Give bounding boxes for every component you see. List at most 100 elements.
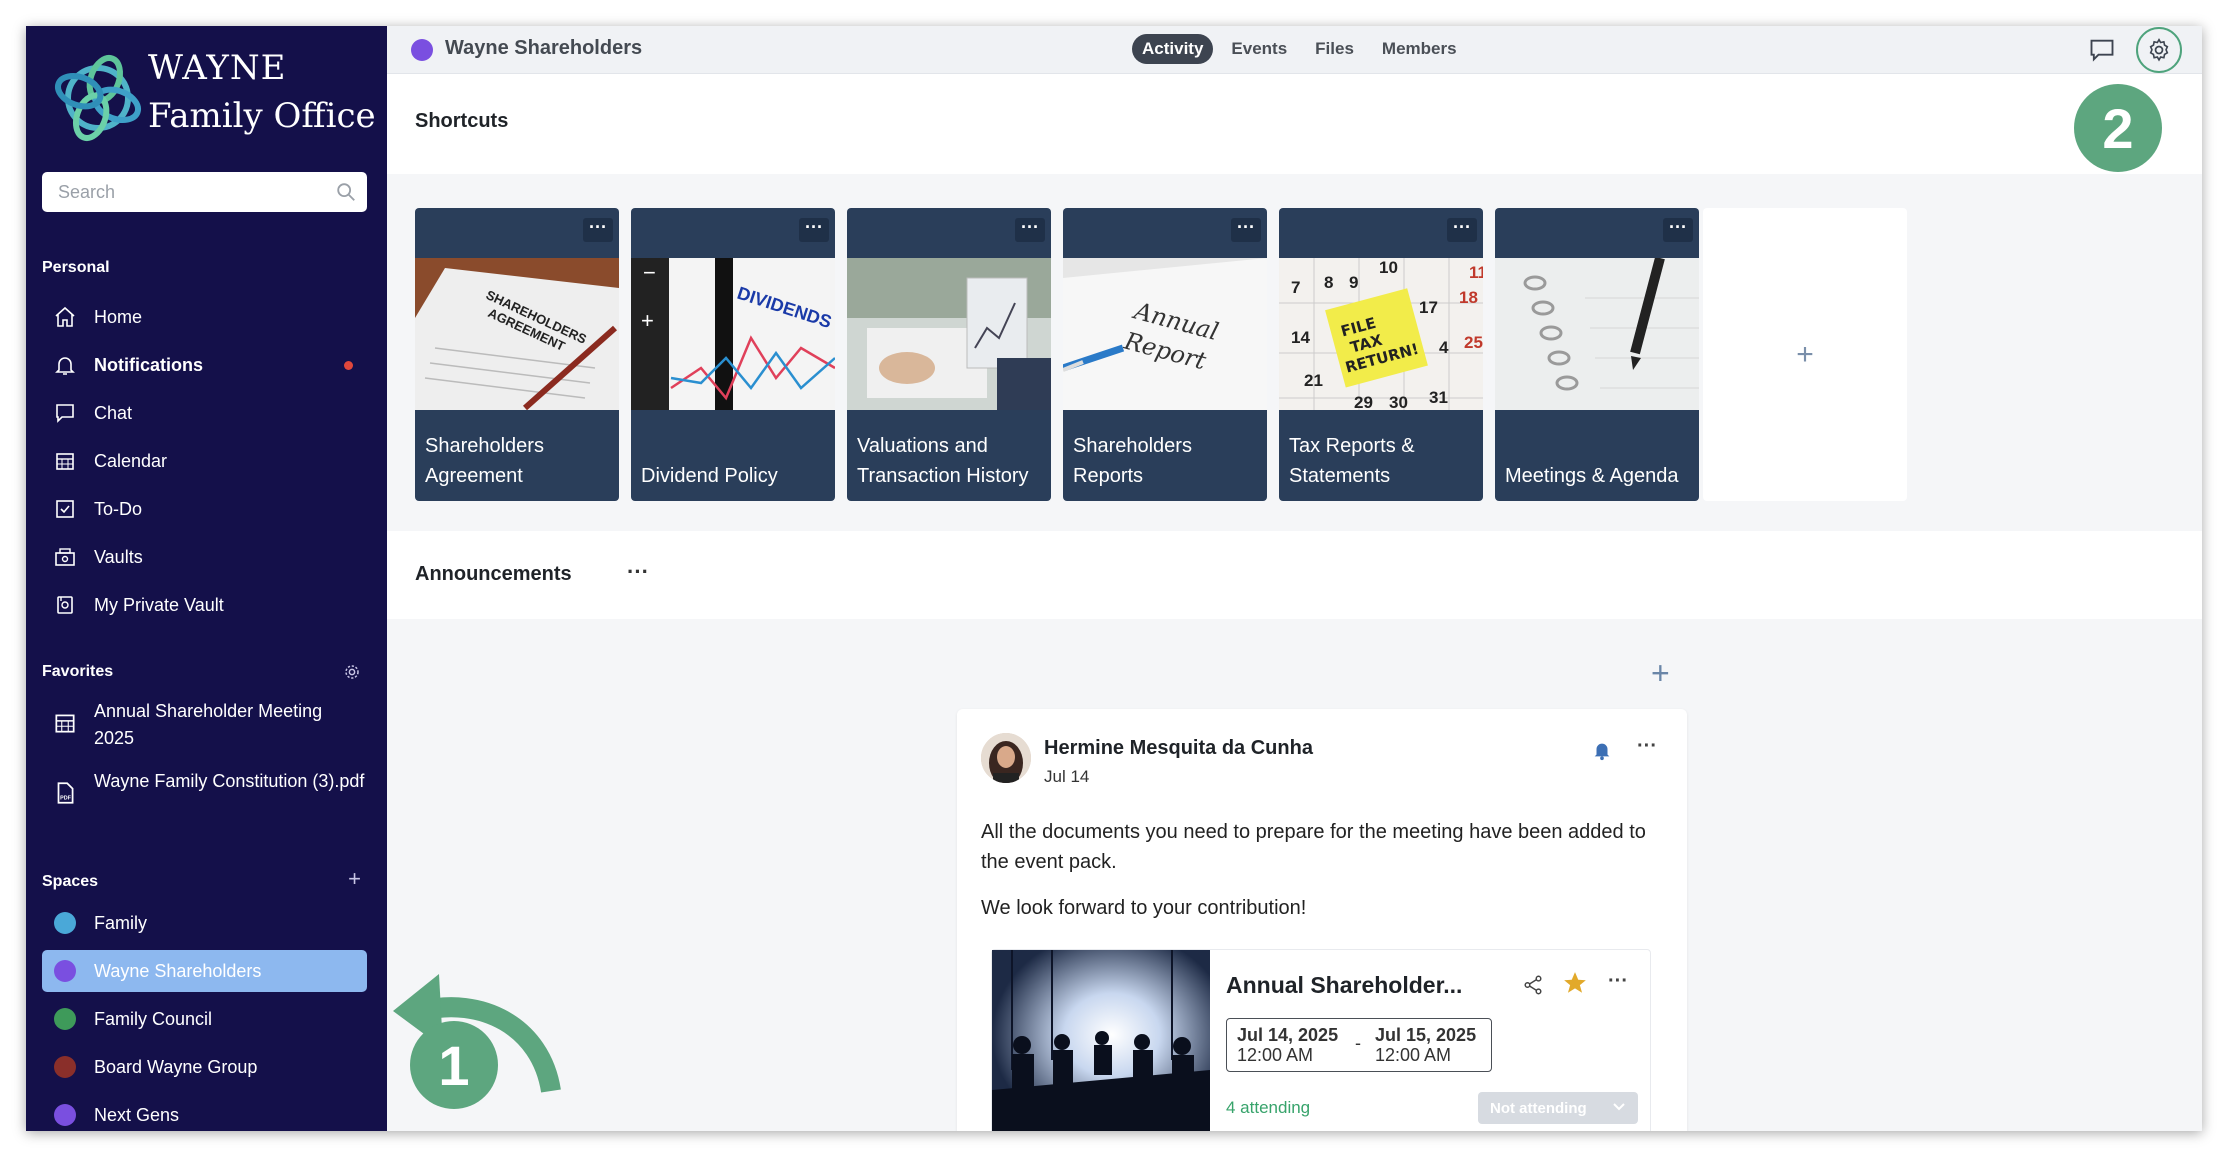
search-icon[interactable] (335, 181, 357, 203)
vault-icon (52, 544, 78, 570)
space-title: Wayne Shareholders (445, 37, 643, 59)
search-box (42, 172, 367, 212)
bell-icon[interactable] (1591, 739, 1613, 761)
favorites-settings-icon[interactable] (343, 663, 361, 681)
star-icon[interactable] (1562, 970, 1588, 996)
space-item-family[interactable]: Family (42, 902, 367, 944)
card-more-button[interactable]: ··· (1015, 218, 1045, 242)
card-label: Tax Reports & Statements (1289, 435, 1415, 487)
pdf-icon: PDF (57, 782, 74, 804)
space-item-next-gens[interactable]: Next Gens (42, 1094, 367, 1131)
space-item-wayne-shareholders[interactable]: Wayne Shareholders (42, 950, 367, 992)
nav-item-vaults[interactable]: Vaults (42, 536, 367, 578)
add-shortcut-button[interactable]: + (1703, 208, 1907, 501)
nav-item-label: Calendar (94, 450, 168, 471)
notebook-pen-image (1495, 258, 1699, 410)
shortcuts-area: ··· SHAREHOLDERS AGREEMENT Shareholders … (387, 174, 2202, 531)
attending-count[interactable]: 4 attending (1226, 1098, 1310, 1118)
date-separator: - (1355, 1033, 1361, 1053)
event-end-time: 12:00 AM (1375, 1045, 1452, 1065)
bell-icon (52, 352, 78, 378)
nav-item-label: To-Do (94, 498, 143, 519)
gear-icon (2149, 38, 2169, 62)
cal-number: 11 (1469, 263, 1483, 282)
cal-number: 9 (1349, 273, 1358, 292)
event-date-range: Jul 14, 2025 12:00 AM - Jul 15, 2025 12:… (1226, 1018, 1492, 1072)
shortcut-card-shareholders-agreement[interactable]: ··· SHAREHOLDERS AGREEMENT Shareholders … (415, 208, 619, 501)
shortcuts-header: Shortcuts (387, 74, 2202, 174)
post-author[interactable]: Hermine Mesquita da Cunha (1044, 737, 1313, 760)
tab-events[interactable]: Events (1221, 34, 1297, 64)
personal-section-title: Personal (42, 259, 110, 276)
event-title[interactable]: Annual Shareholder... (1226, 972, 1462, 999)
favorite-item-meeting[interactable]: Annual Shareholder Meeting 2025 (42, 698, 367, 752)
card-more-button[interactable]: ··· (1447, 218, 1477, 242)
space-item-board-wayne-group[interactable]: Board Wayne Group (42, 1046, 367, 1088)
settings-button[interactable] (2136, 27, 2182, 73)
card-more-button[interactable]: ··· (1663, 218, 1693, 242)
favorite-label: Annual Shareholder Meeting 2025 (94, 701, 323, 748)
card-label: Dividend Policy (641, 465, 778, 487)
brand-subtitle: Family Office (148, 96, 376, 136)
post-body: All the documents you need to prepare fo… (981, 821, 1646, 873)
cal-number: 21 (1304, 371, 1323, 390)
svg-text:+: + (641, 308, 654, 333)
nav-item-notifications[interactable]: Notifications (42, 344, 367, 386)
announcements-more-button[interactable]: ··· (627, 559, 649, 585)
chat-icon (52, 400, 78, 426)
space-label: Board Wayne Group (94, 1056, 258, 1077)
post-more-button[interactable]: ··· (1637, 735, 1657, 758)
cal-number: 17 (1419, 298, 1438, 317)
space-item-family-council[interactable]: Family Council (42, 998, 367, 1040)
nav-item-calendar[interactable]: Calendar (42, 440, 367, 482)
space-label: Family Council (94, 1008, 213, 1029)
nav-item-label: My Private Vault (94, 594, 224, 615)
shortcut-card-meetings-agenda[interactable]: ··· Meetings & Agenda (1495, 208, 1699, 501)
svg-text:PDF: PDF (60, 796, 72, 802)
calendar-icon (55, 714, 75, 733)
chat-icon[interactable] (2088, 36, 2116, 64)
nav-item-label: Chat (94, 402, 133, 423)
card-label: Shareholders Reports (1073, 435, 1192, 487)
card-more-button[interactable]: ··· (583, 218, 613, 242)
shortcut-card-dividend-policy[interactable]: ··· − + DIVIDENDS Dividend Policy (631, 208, 835, 501)
sidebar: WAYNE Family Office Personal Home Notifi… (26, 26, 387, 1131)
nav-item-todo[interactable]: To-Do (42, 488, 367, 530)
event-more-button[interactable]: ··· (1608, 970, 1628, 993)
rsvp-dropdown[interactable]: Not attending (1478, 1092, 1638, 1124)
checkbox-icon (52, 496, 78, 522)
annual-report-image: Annual Report (1063, 258, 1267, 410)
search-input[interactable] (42, 172, 332, 212)
favorite-item-constitution[interactable]: PDF Wayne Family Constitution (3).pdf (42, 768, 367, 804)
shortcut-card-valuations[interactable]: ··· Valuations and Transaction History (847, 208, 1051, 501)
nav-item-home[interactable]: Home (42, 296, 367, 338)
card-more-button[interactable]: ··· (799, 218, 829, 242)
tab-files[interactable]: Files (1305, 34, 1364, 64)
favorites-section-title: Favorites (42, 663, 114, 680)
nav-item-chat[interactable]: Chat (42, 392, 367, 434)
add-space-button[interactable]: + (348, 866, 361, 892)
event-card[interactable]: Annual Shareholder... ··· Jul 14, 2025 1… (991, 949, 1651, 1131)
chevron-down-icon (1613, 1103, 1625, 1111)
post-body-closing: We look forward to your contribution! (981, 897, 1307, 919)
shortcut-card-shareholders-reports[interactable]: ··· Annual Report Shareholders Reports (1063, 208, 1267, 501)
avatar[interactable] (981, 733, 1031, 783)
dividends-image: − + DIVIDENDS (631, 258, 835, 410)
cal-number: 18 (1459, 288, 1478, 307)
cal-number: 10 (1379, 258, 1398, 277)
tab-members[interactable]: Members (1372, 34, 1467, 64)
space-color-dot (54, 1104, 76, 1126)
share-icon[interactable] (1522, 974, 1544, 996)
add-announcement-button[interactable]: + (1651, 655, 1670, 692)
unread-indicator (344, 361, 353, 370)
nav-item-private-vault[interactable]: My Private Vault (42, 584, 367, 626)
tab-activity[interactable]: Activity (1132, 34, 1214, 64)
cal-number: 29 (1354, 393, 1373, 410)
card-more-button[interactable]: ··· (1231, 218, 1261, 242)
card-label: Shareholders Agreement (425, 435, 544, 487)
meeting-photo (992, 950, 1210, 1131)
tax-calendar-image: 10 9 8 7 18 17 14 21 29 30 31 25 4 11 FI… (1279, 258, 1483, 410)
cal-number: 31 (1429, 388, 1448, 407)
shortcut-card-tax-reports[interactable]: ··· 10 9 8 7 18 17 14 21 29 30 31 25 4 1… (1279, 208, 1483, 501)
rsvp-label: Not attending (1490, 1099, 1587, 1117)
